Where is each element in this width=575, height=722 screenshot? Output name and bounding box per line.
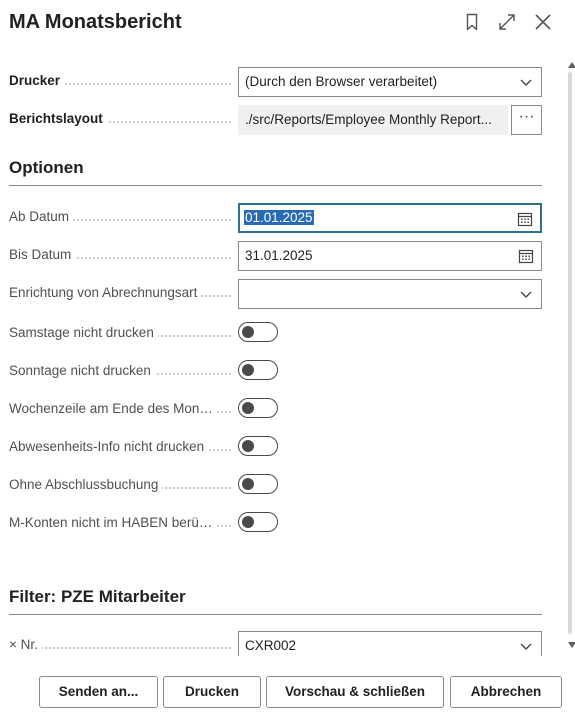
- m-konten-toggle[interactable]: [238, 512, 278, 532]
- dialog-content: Drucker (Durch den Browser verarbeitet) …: [0, 46, 560, 656]
- samstage-toggle[interactable]: [238, 322, 278, 342]
- toggle-label: M-Konten nicht im HABEN berü…: [9, 515, 217, 530]
- expand-icon[interactable]: [497, 12, 517, 32]
- chevron-down-icon: [518, 74, 534, 90]
- ab-datum-value: 01.01.2025: [244, 210, 314, 225]
- toggle-knob: [242, 326, 254, 338]
- preview-close-button[interactable]: Vorschau & schließen: [266, 676, 444, 708]
- toggle-label: Abwesenheits-Info nicht drucken: [9, 439, 209, 454]
- bis-datum-row: Bis Datum 31.01.2025: [9, 241, 542, 271]
- filter-section-header[interactable]: Filter: PZE Mitarbeiter: [9, 586, 542, 615]
- abwesenheit-toggle[interactable]: [238, 436, 278, 456]
- abrechnungsart-select[interactable]: [238, 279, 542, 309]
- options-section-header[interactable]: Optionen: [9, 157, 542, 186]
- layout-field: ./src/Reports/Employee Monthly Report...: [238, 105, 508, 135]
- remove-filter-icon[interactable]: ×: [9, 637, 17, 652]
- toggle-row-m-konten: M-Konten nicht im HABEN berü…: [9, 509, 542, 539]
- layout-label: Berichtslayout: [9, 111, 107, 126]
- scroll-up-arrow-icon[interactable]: [568, 62, 575, 68]
- layout-more-button[interactable]: ···: [511, 105, 542, 135]
- toggle-knob: [242, 364, 254, 376]
- toggle-label: Sonntage nicht drucken: [9, 363, 155, 378]
- toggle-row-samstage: Samstage nicht drucken: [9, 319, 542, 349]
- sonntage-toggle[interactable]: [238, 360, 278, 380]
- filter-nr-value: CXR002: [245, 638, 297, 653]
- label-leader: [9, 647, 231, 649]
- toggle-knob: [242, 516, 254, 528]
- scrollbar-thumb[interactable]: [568, 72, 572, 634]
- options-heading: Optionen: [9, 158, 84, 177]
- chevron-down-icon: [518, 638, 534, 654]
- bis-datum-input[interactable]: 31.01.2025: [238, 241, 542, 271]
- bis-datum-label: Bis Datum: [9, 247, 76, 262]
- printer-label: Drucker: [9, 73, 65, 88]
- bookmark-icon[interactable]: [462, 12, 482, 32]
- toggle-row-wochenzeile: Wochenzeile am Ende des Mon…: [9, 395, 542, 425]
- cancel-button[interactable]: Abbrechen: [450, 676, 562, 708]
- printer-row: Drucker (Durch den Browser verarbeitet): [9, 67, 542, 97]
- print-button[interactable]: Drucken: [163, 676, 261, 708]
- bis-datum-value: 31.01.2025: [245, 248, 313, 263]
- printer-value: (Durch den Browser verarbeitet): [245, 74, 438, 89]
- toggle-knob: [242, 478, 254, 490]
- filter-heading: Filter: PZE Mitarbeiter: [9, 587, 186, 606]
- abrechnungsart-label: Enrichtung von Abrechnungsart: [9, 285, 202, 300]
- toggle-row-abschlussbuchung: Ohne Abschlussbuchung: [9, 471, 542, 501]
- ab-datum-input[interactable]: 01.01.2025: [238, 203, 542, 233]
- toggle-label: Ohne Abschlussbuchung: [9, 477, 163, 492]
- dialog-header: MA Monatsbericht: [0, 0, 575, 46]
- ab-datum-row: Ab Datum 01.01.2025: [9, 203, 542, 233]
- chevron-down-icon: [518, 286, 534, 302]
- close-icon[interactable]: [533, 12, 553, 32]
- calendar-icon[interactable]: [518, 248, 534, 264]
- filter-nr-row: × Nr. CXR002: [9, 631, 542, 656]
- toggle-label: Samstage nicht drucken: [9, 325, 158, 340]
- toggle-knob: [242, 440, 254, 452]
- dialog-footer: Senden an... Drucken Vorschau & schließe…: [0, 656, 575, 722]
- toggle-row-sonntage: Sonntage nicht drucken: [9, 357, 542, 387]
- layout-value: ./src/Reports/Employee Monthly Report...: [245, 112, 492, 127]
- toggle-knob: [242, 402, 254, 414]
- send-to-button[interactable]: Senden an...: [39, 676, 158, 708]
- layout-row: Berichtslayout ./src/Reports/Employee Mo…: [9, 105, 542, 135]
- filter-nr-select[interactable]: CXR002: [238, 631, 542, 656]
- toggle-row-abwesenheit: Abwesenheits-Info nicht drucken: [9, 433, 542, 463]
- calendar-icon[interactable]: [517, 211, 533, 227]
- abrechnungsart-row: Enrichtung von Abrechnungsart: [9, 279, 542, 309]
- filter-nr-label-group: × Nr.: [9, 637, 42, 652]
- dialog-title: MA Monatsbericht: [9, 11, 182, 33]
- abschlussbuchung-toggle[interactable]: [238, 474, 278, 494]
- wochenzeile-toggle[interactable]: [238, 398, 278, 418]
- ab-datum-label: Ab Datum: [9, 209, 74, 224]
- filter-nr-label: Nr.: [20, 637, 38, 652]
- toggle-label: Wochenzeile am Ende des Mon…: [9, 401, 217, 416]
- scroll-down-arrow-icon[interactable]: [568, 642, 575, 648]
- printer-select[interactable]: (Durch den Browser verarbeitet): [238, 67, 542, 97]
